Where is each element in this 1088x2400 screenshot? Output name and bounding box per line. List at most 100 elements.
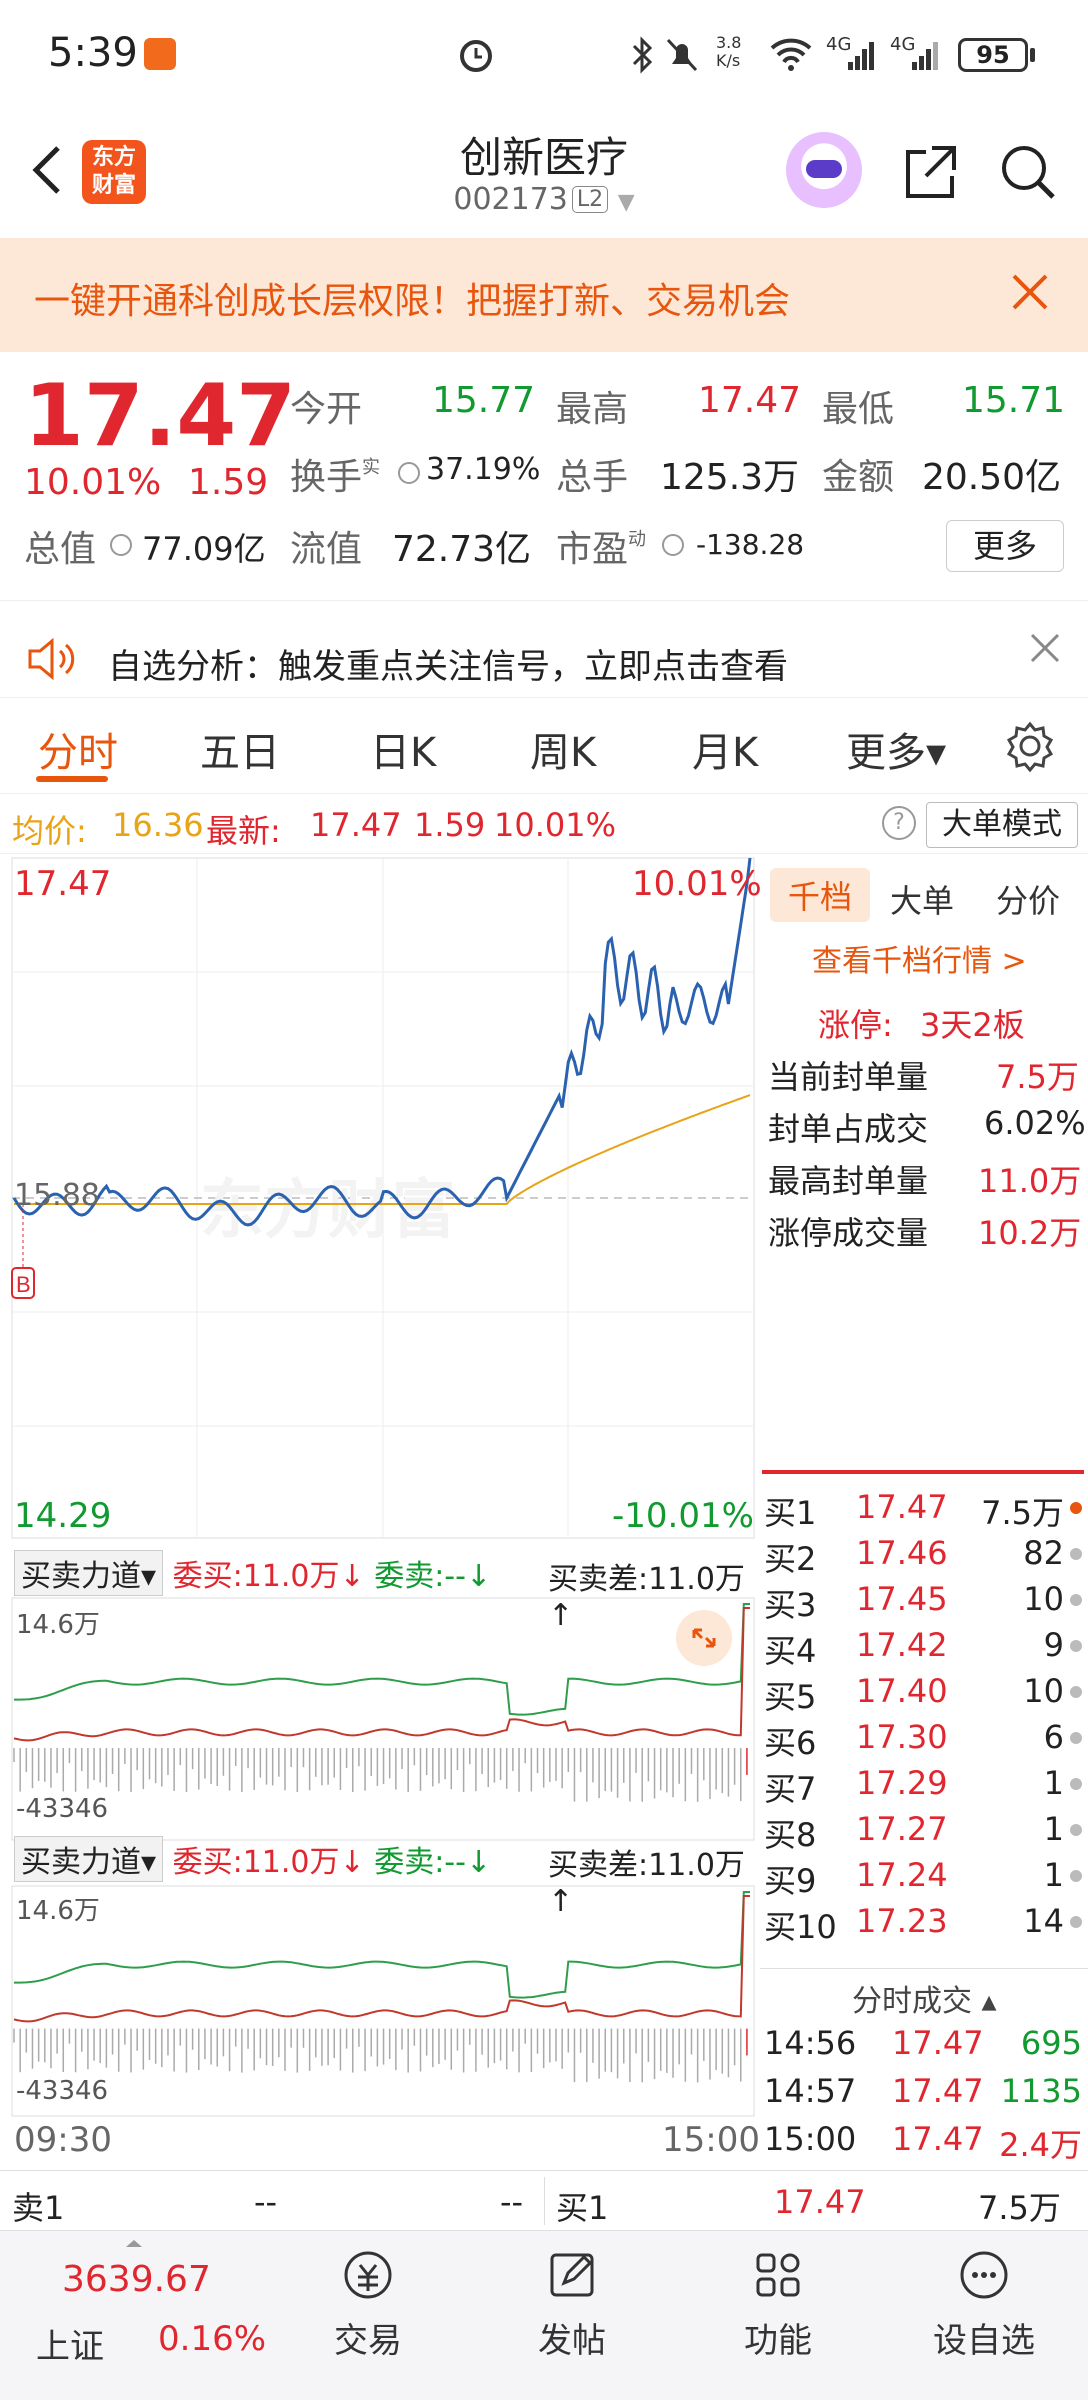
trade-volume: 1135 xyxy=(1000,2072,1082,2110)
bid-volume: 10 xyxy=(1023,1580,1064,1618)
signal-1-icon xyxy=(848,42,874,70)
bid-level: 买8 xyxy=(764,1816,817,1854)
ai-assistant-avatar[interactable] xyxy=(786,132,862,208)
trade-price: 17.47 xyxy=(892,2120,984,2158)
bid-row[interactable]: 买6 17.30 6 xyxy=(760,1718,1088,1764)
avg-label: 均价: xyxy=(12,812,87,850)
change-pct: 10.01% xyxy=(24,462,162,503)
bid-row[interactable]: 买5 17.40 10 xyxy=(760,1672,1088,1718)
tab-price-dist[interactable]: 分价 xyxy=(996,876,1060,922)
last-label: 最新: xyxy=(206,812,281,850)
nav-functions[interactable]: 功能 xyxy=(698,2247,858,2362)
view-depth-link[interactable]: 查看千档行情 > xyxy=(812,936,1027,980)
bid-row[interactable]: 买8 17.27 1 xyxy=(760,1810,1088,1856)
flow-indicator-select[interactable]: 买卖力道▾ xyxy=(14,1836,164,1882)
bid-row[interactable]: 买10 17.23 14 xyxy=(760,1902,1088,1948)
bid1-price: 17.47 xyxy=(774,2183,866,2221)
change-amount: 1.59 xyxy=(188,462,269,503)
nav-functions-label: 功能 xyxy=(744,2321,812,2361)
index-name[interactable]: 上证 xyxy=(36,2319,104,2368)
trades-title[interactable]: 分时成交 ▴ xyxy=(852,1976,997,2020)
tab-more[interactable]: 更多▾ xyxy=(846,720,946,778)
info-icon[interactable] xyxy=(110,534,132,556)
bid-row[interactable]: 买3 17.45 10 xyxy=(760,1580,1088,1626)
bid-volume: 82 xyxy=(1023,1534,1064,1572)
more-button[interactable]: 更多 xyxy=(946,520,1064,572)
bid-row[interactable]: 买9 17.24 1 xyxy=(760,1856,1088,1902)
tab-daily-k[interactable]: 日K xyxy=(370,720,436,778)
status-dot xyxy=(1070,1732,1082,1744)
gear-icon[interactable] xyxy=(1004,720,1056,772)
search-icon[interactable] xyxy=(996,140,1060,204)
pct-axis-bottom: -10.01% xyxy=(612,1496,754,1536)
low-value: 15.71 xyxy=(962,380,1066,421)
watchlist-alert[interactable]: 自选分析：触发重点关注信号，立即点击查看 xyxy=(0,600,1088,698)
bid-volume: 1 xyxy=(1043,1810,1064,1848)
share-icon[interactable] xyxy=(898,140,962,204)
nav-post[interactable]: 发帖 xyxy=(492,2247,652,2362)
index-pct[interactable]: 0.16% xyxy=(158,2319,266,2359)
signal-2-icon xyxy=(912,42,938,70)
bid-row[interactable]: 买2 17.46 82 xyxy=(760,1534,1088,1580)
bid-price: 17.29 xyxy=(856,1764,948,1802)
alert-text[interactable]: 自选分析：触发重点关注信号，立即点击查看 xyxy=(108,639,788,688)
bid-volume: 委买:11.0万↓ xyxy=(172,1559,365,1594)
limit-label: 涨停: xyxy=(818,1006,893,1044)
flow-header-1: 买卖力道▾ 委买:11.0万↓ 委卖:--↓ xyxy=(14,1550,491,1596)
last-change: 1.59 xyxy=(414,806,486,844)
tab-monthly-k[interactable]: 月K xyxy=(692,720,758,778)
tab-weekly-k[interactable]: 周K xyxy=(530,720,596,778)
mcap-value: 77.09亿 xyxy=(142,530,266,568)
status-dot xyxy=(1070,1640,1082,1652)
promo-banner[interactable]: 一键开通科创成长层权限！把握打新、交易机会 xyxy=(0,238,1088,352)
flow-max-2: 14.6万 xyxy=(16,1896,100,1926)
nav-trade[interactable]: 交易 xyxy=(288,2247,448,2362)
flow-indicator-select[interactable]: 买卖力道▾ xyxy=(14,1550,164,1596)
help-icon[interactable]: ? xyxy=(882,806,916,840)
close-icon[interactable] xyxy=(1028,631,1062,665)
big-order-mode-button[interactable]: 大单模式 xyxy=(926,802,1078,848)
close-icon[interactable] xyxy=(1006,268,1054,316)
pe-label: 市盈动 xyxy=(556,529,647,570)
bid-level: 买2 xyxy=(764,1540,817,1578)
tab-intraday[interactable]: 分时 xyxy=(38,720,118,778)
high-label: 最高 xyxy=(556,389,629,430)
time-axis-end: 15:00 xyxy=(662,2120,760,2160)
promo-text[interactable]: 一键开通科创成长层权限！把握打新、交易机会 xyxy=(34,272,790,324)
price-axis-top: 17.47 xyxy=(14,864,112,904)
last-price: 17.47 xyxy=(24,366,297,466)
ask1-label: 卖1 xyxy=(12,2189,65,2227)
nav-add-watchlist[interactable]: 设自选 xyxy=(904,2247,1064,2362)
bid-price: 17.27 xyxy=(856,1810,948,1848)
bid-price: 17.46 xyxy=(856,1534,948,1572)
bid-row[interactable]: 买1 17.47 7.5万 xyxy=(760,1488,1088,1534)
trade-time: 14:57 xyxy=(764,2072,857,2110)
tab-depth[interactable]: 千档 xyxy=(770,868,871,922)
stat-label: 当前封单量 xyxy=(768,1058,929,1096)
bid-level: 买4 xyxy=(764,1632,817,1670)
turnover-label: 换手实 xyxy=(290,457,381,498)
mcap-label: 总值 xyxy=(24,529,97,570)
tab-big-orders[interactable]: 大单 xyxy=(890,876,954,922)
bid-level: 买6 xyxy=(764,1724,817,1762)
bid-price: 17.45 xyxy=(856,1580,948,1618)
app-notification-icon xyxy=(144,38,176,70)
bid-row[interactable]: 买4 17.42 9 xyxy=(760,1626,1088,1672)
bid-ask-diff: 买卖差:11.0万↑ xyxy=(548,1848,745,1919)
bid-row[interactable]: 买7 17.29 1 xyxy=(760,1764,1088,1810)
price-line xyxy=(12,857,752,1227)
intraday-chart[interactable]: 东方财富 B 17.47 10.01% 15.88 14.29 -10.01% … xyxy=(0,854,762,2170)
flow-min-2: -43346 xyxy=(16,2076,109,2106)
bid-level: 买3 xyxy=(764,1586,817,1624)
pe-value: -138.28 xyxy=(696,528,805,561)
info-icon[interactable] xyxy=(662,534,684,556)
tab-five-day[interactable]: 五日 xyxy=(200,720,280,778)
index-value[interactable]: 3639.67 xyxy=(62,2259,211,2300)
info-icon[interactable] xyxy=(398,462,420,484)
expand-icon[interactable] xyxy=(676,1610,732,1666)
nav-add-watchlist-label: 设自选 xyxy=(933,2321,1035,2361)
bid1-volume: 7.5万 xyxy=(978,2189,1061,2227)
ask-volume: 委卖:--↓ xyxy=(374,1559,492,1594)
battery-tip xyxy=(1030,48,1035,62)
last-value: 17.47 xyxy=(310,806,402,844)
